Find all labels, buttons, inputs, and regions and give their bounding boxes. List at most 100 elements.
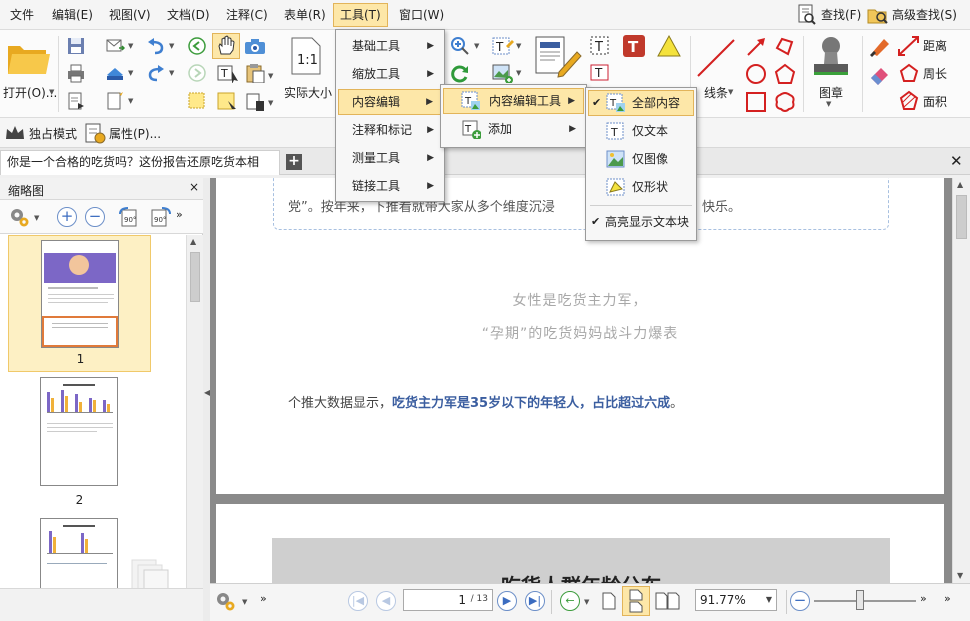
document-tab[interactable]: 你是一个合格的吃货吗？这份报告还原吃货本相 xyxy=(0,150,280,175)
arrow-tool-icon[interactable] xyxy=(745,36,767,58)
export-doc-icon[interactable] xyxy=(66,91,86,111)
next-page-icon[interactable]: ▶ xyxy=(497,591,517,611)
page-number-field[interactable]: 1 / 13 xyxy=(403,589,493,611)
menu-item-link-tools[interactable]: 链接工具 ▶ xyxy=(338,173,442,199)
status-gear-icon[interactable] xyxy=(214,590,236,612)
document-scrollbar[interactable]: ▲ ▼ xyxy=(952,178,970,583)
menu-item-zoom-tools[interactable]: 缩放工具 ▶ xyxy=(338,61,442,87)
clipboard-icon[interactable] xyxy=(244,63,268,83)
thumbnail-item[interactable]: 1 xyxy=(8,235,151,372)
area-icon[interactable] xyxy=(897,90,921,112)
rotate-icon[interactable] xyxy=(450,63,470,83)
redo-icon[interactable] xyxy=(146,63,166,83)
status-more-icon-2[interactable]: » xyxy=(920,592,927,605)
zoom-out-icon[interactable]: − xyxy=(790,591,810,611)
print-icon[interactable] xyxy=(66,63,86,83)
menu-item-content-edit[interactable]: 内容编辑 ▶ xyxy=(338,89,442,115)
stamp-icon[interactable] xyxy=(812,34,850,78)
eraser-icon[interactable] xyxy=(868,63,892,85)
back-icon[interactable] xyxy=(187,36,207,56)
scan-icon[interactable] xyxy=(105,63,125,83)
panel-splitter[interactable]: ◀ xyxy=(203,178,210,621)
menu-item-shape-only[interactable]: 仅形状 xyxy=(588,174,694,200)
hand-tool-button[interactable] xyxy=(212,33,240,59)
menu-window[interactable]: 窗口(W) xyxy=(393,3,450,27)
exclusive-mode-button[interactable]: 独占模式 xyxy=(29,125,77,142)
typewriter-icon[interactable]: T xyxy=(588,62,612,84)
actual-size-button[interactable]: 实际大小 xyxy=(284,84,332,101)
zoom-slider[interactable] xyxy=(814,600,916,602)
properties-button[interactable]: 属性(P)... xyxy=(109,125,161,142)
distance-button[interactable]: 距离 xyxy=(923,37,947,54)
perimeter-icon[interactable] xyxy=(897,63,921,85)
menu-item-comment-markup[interactable]: 注释和标记 ▶ xyxy=(338,117,442,143)
menu-item-highlight-text-block[interactable]: ✔ 高亮显示文本块 xyxy=(588,209,694,235)
text-box-icon[interactable]: T xyxy=(588,34,612,58)
document-view[interactable]: 党”。按年来，下推看就带大家从多个维度沉浸 快乐。 女性是吃货主力军， “孕期”… xyxy=(210,178,952,583)
menu-item-measure-tools[interactable]: 测量工具 ▶ xyxy=(338,145,442,171)
zoom-region-icon[interactable] xyxy=(216,91,240,111)
menu-comment[interactable]: 注释(C) xyxy=(220,3,274,27)
zoom-in-thumb-icon[interactable]: + xyxy=(57,207,77,227)
add-tab-button[interactable]: + xyxy=(286,154,302,170)
select-annotation-icon[interactable] xyxy=(244,91,268,111)
menu-file[interactable]: 文件 xyxy=(4,3,40,27)
rotate-right-icon[interactable]: 90° xyxy=(148,206,172,228)
last-page-icon[interactable]: ▶| xyxy=(525,591,545,611)
ellipse-tool-icon[interactable] xyxy=(745,63,767,85)
distance-icon[interactable] xyxy=(897,35,921,57)
area-button[interactable]: 面积 xyxy=(923,93,947,110)
rectangle-tool-icon[interactable] xyxy=(745,91,767,113)
edit-document-icon[interactable] xyxy=(533,34,583,82)
actual-size-icon[interactable]: 1:1 xyxy=(290,36,322,76)
zoom-slider-thumb[interactable] xyxy=(856,590,864,610)
gear-icon[interactable] xyxy=(8,206,30,228)
textbox-red-icon[interactable]: T xyxy=(622,34,646,58)
zoom-out-thumb-icon[interactable]: − xyxy=(85,207,105,227)
menu-tools[interactable]: 工具(T) xyxy=(333,3,388,27)
advanced-find-icon[interactable] xyxy=(866,4,890,26)
lines-button[interactable]: 线条 xyxy=(704,84,728,101)
chevron-down-icon[interactable]: ▼ xyxy=(49,88,54,96)
menu-document[interactable]: 文档(D) xyxy=(161,3,216,27)
zoom-select[interactable]: 91.77% ▼ xyxy=(695,589,777,611)
polyline-icon[interactable] xyxy=(774,36,796,58)
rotate-left-icon[interactable]: 90° xyxy=(118,206,142,228)
first-page-icon[interactable]: |◀ xyxy=(348,591,368,611)
single-page-icon[interactable] xyxy=(600,591,618,611)
menu-item-image-only[interactable]: 仅图像 xyxy=(588,146,694,172)
save-icon[interactable] xyxy=(66,36,86,56)
menu-item-all-content[interactable]: ✔ T 全部内容 xyxy=(588,90,694,116)
polygon-tool-icon[interactable] xyxy=(774,63,796,85)
stamp-button[interactable]: 图章 xyxy=(819,84,843,101)
continuous-page-button[interactable] xyxy=(622,586,650,616)
menu-edit[interactable]: 编辑(E) xyxy=(46,3,99,27)
find-button[interactable]: 查找(F) xyxy=(821,3,861,27)
status-more-icon[interactable]: » xyxy=(260,592,267,605)
menu-view[interactable]: 视图(V) xyxy=(103,3,157,27)
forward-icon[interactable] xyxy=(187,63,207,83)
close-document-icon[interactable]: ✕ xyxy=(950,152,963,170)
add-image-icon[interactable] xyxy=(491,63,515,83)
thumbnail-scrollbar[interactable]: ▲ ▼ xyxy=(186,235,203,621)
status-more-icon-3[interactable]: » xyxy=(944,592,951,605)
triangle-note-icon[interactable] xyxy=(656,34,682,58)
edit-text-icon[interactable]: T xyxy=(491,36,515,56)
find-icon[interactable] xyxy=(797,4,817,26)
menu-item-add[interactable]: T 添加 ▶ xyxy=(443,116,584,142)
advanced-find-button[interactable]: 高级查找(S) xyxy=(892,3,957,27)
select-text-icon[interactable]: T xyxy=(216,63,240,83)
highlight-select-icon[interactable] xyxy=(187,91,207,111)
zoom-in-icon[interactable] xyxy=(450,36,470,56)
undo-icon[interactable] xyxy=(146,36,166,56)
thumbnail-item[interactable]: 2 xyxy=(8,377,151,517)
more-chevron-icon[interactable]: » xyxy=(176,208,183,221)
prev-page-icon[interactable]: ◀ xyxy=(376,591,396,611)
menu-item-basic-tools[interactable]: 基础工具 ▶ xyxy=(338,33,442,59)
snapshot-icon[interactable] xyxy=(243,36,267,56)
facing-page-icon[interactable] xyxy=(654,591,682,611)
menu-form[interactable]: 表单(R) xyxy=(278,3,332,27)
email-icon[interactable] xyxy=(105,36,125,56)
new-doc-icon[interactable] xyxy=(105,91,125,111)
nav-back-icon[interactable]: ← xyxy=(560,591,580,611)
